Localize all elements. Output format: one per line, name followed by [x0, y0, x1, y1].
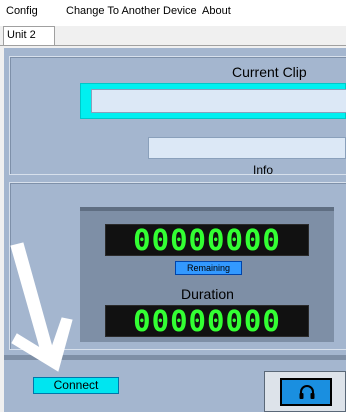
annotation-arrow-icon: [10, 242, 73, 372]
